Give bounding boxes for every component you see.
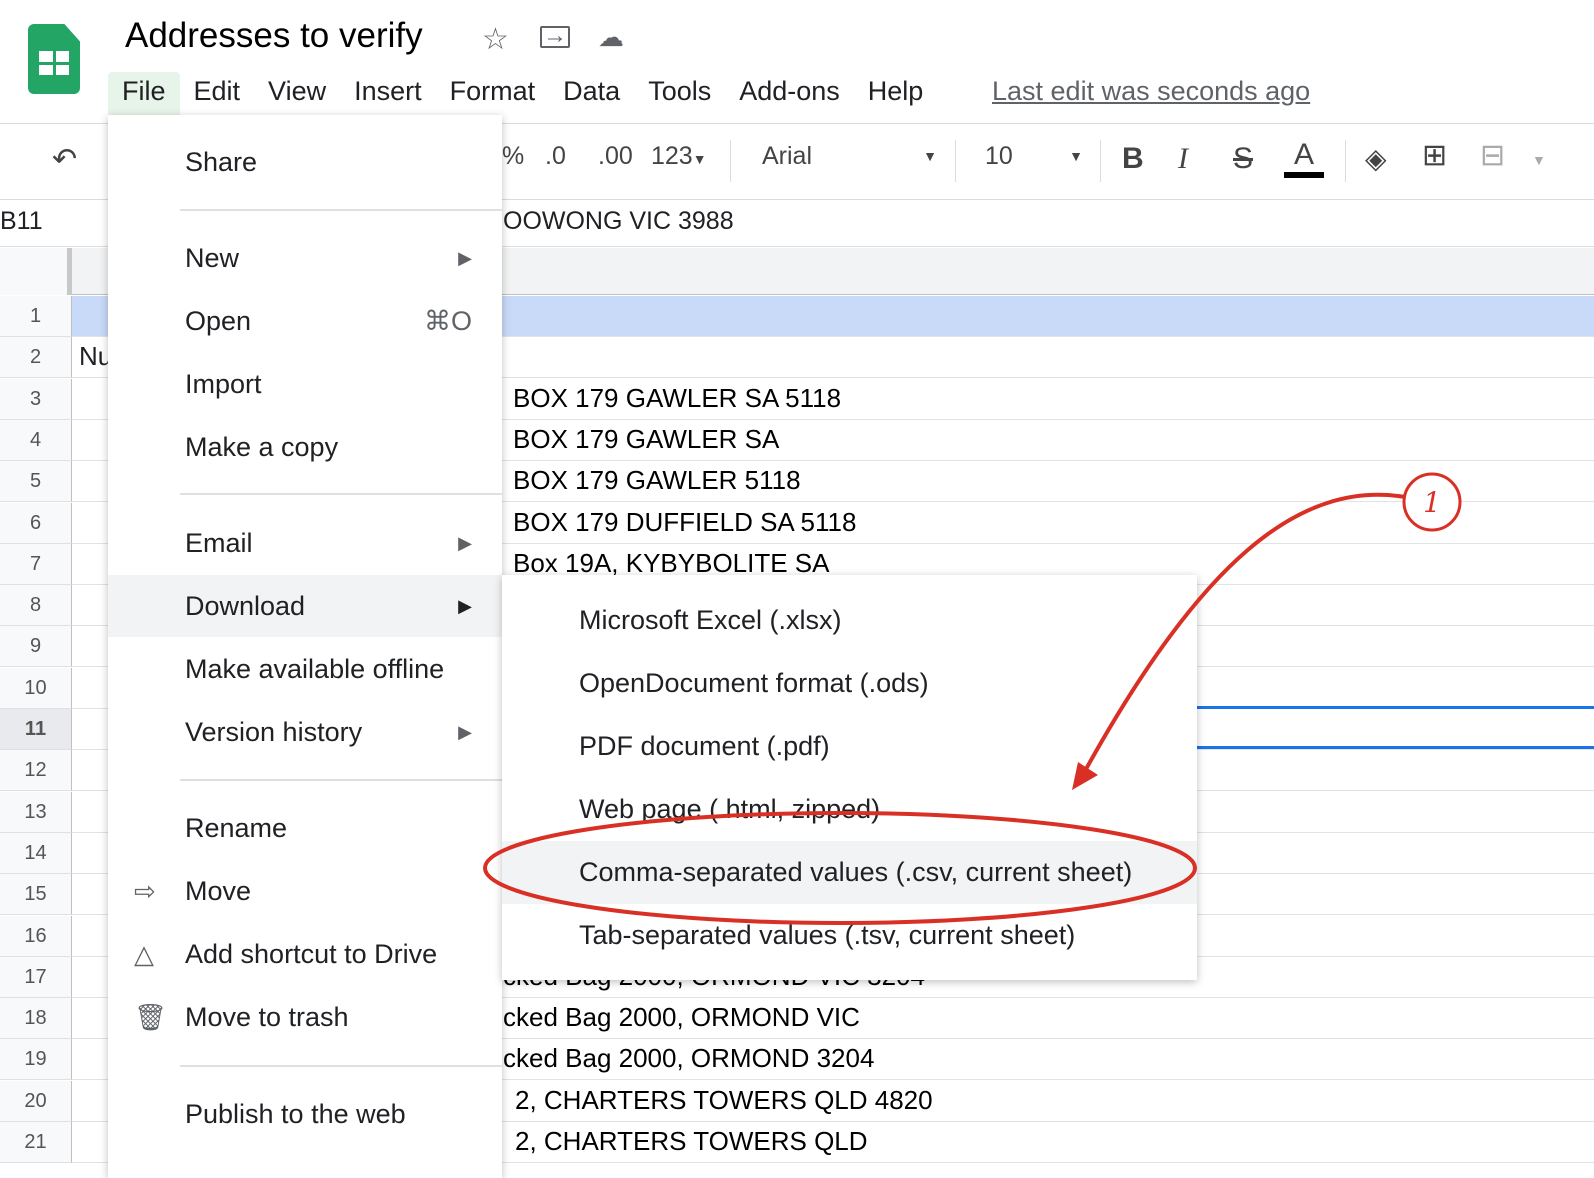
- step-number: 1: [1423, 486, 1441, 519]
- highlight-ellipse: [483, 811, 1197, 925]
- annotation-overlay: 1: [483, 472, 1462, 925]
- annotation-arrow: [1078, 492, 1406, 781]
- arrow-head: [1072, 762, 1098, 790]
